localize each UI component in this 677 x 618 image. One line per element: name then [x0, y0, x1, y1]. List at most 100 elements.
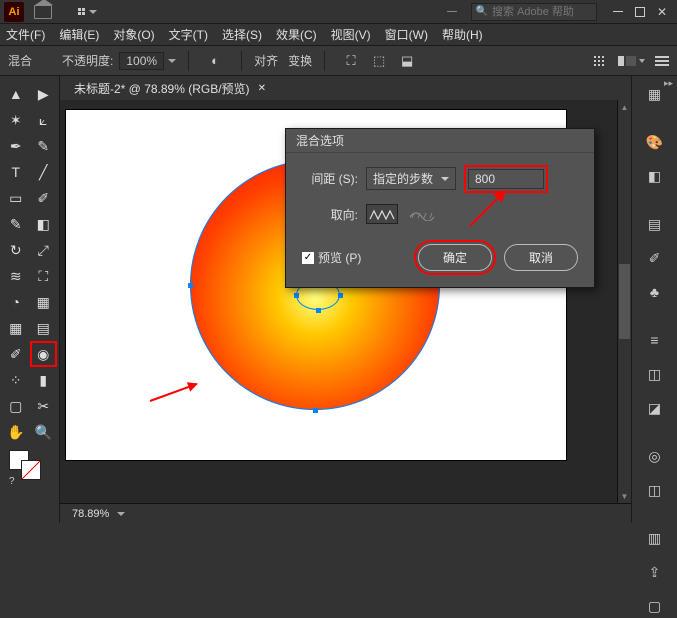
zoom-level[interactable]: 78.89% — [68, 508, 113, 520]
selection-handle[interactable] — [313, 408, 318, 413]
menu-type[interactable]: 文字(T) — [169, 26, 208, 43]
spacing-value-input[interactable]: 800 — [468, 169, 544, 189]
zoom-dropdown-icon[interactable] — [117, 512, 125, 516]
control-bar: 混合 不透明度: 100% ◐ 对齐 变换 ⛶ ⬚ ⬓ — [0, 46, 677, 76]
spacing-label: 间距 (S): — [302, 170, 358, 187]
orient-align-page-icon[interactable] — [366, 204, 398, 224]
close-button[interactable] — [651, 2, 673, 22]
lasso-tool-icon[interactable]: ⟀ — [31, 108, 57, 132]
brushes-panel-icon[interactable]: ✐ — [640, 246, 670, 270]
orient-align-path-icon[interactable] — [406, 204, 438, 224]
scrollbar-thumb[interactable] — [619, 264, 630, 339]
graphic-styles-panel-icon[interactable]: ◫ — [640, 478, 670, 502]
rotate-tool-icon[interactable]: ↻ — [3, 238, 29, 262]
column-graph-tool-icon[interactable]: ▮ — [31, 368, 57, 392]
rectangle-tool-icon[interactable]: ▭ — [3, 186, 29, 210]
isolate-icon[interactable]: ⛶ — [341, 51, 361, 71]
canvas[interactable]: 混合选项 间距 (S): 指定的步数 800 取向: — [60, 100, 631, 503]
minimize-button[interactable] — [607, 2, 629, 22]
symbol-sprayer-tool-icon[interactable]: ⁘ — [3, 368, 29, 392]
shaper-tool-icon[interactable]: ✎ — [3, 212, 29, 236]
scroll-down-icon[interactable]: ▼ — [618, 489, 631, 503]
group-icon[interactable]: ⬚ — [369, 51, 389, 71]
vertical-scrollbar[interactable]: ▲ ▼ — [617, 100, 631, 503]
menu-object[interactable]: 对象(O) — [113, 26, 154, 43]
curvature-tool-icon[interactable]: ✎ — [31, 134, 57, 158]
menu-effect[interactable]: 效果(C) — [276, 26, 317, 43]
eraser-tool-icon[interactable]: ◧ — [31, 212, 57, 236]
gradient-panel-icon[interactable]: ◫ — [640, 362, 670, 386]
ungroup-icon[interactable]: ⬓ — [397, 51, 417, 71]
eyedropper-tool-icon[interactable]: ✐ — [3, 342, 29, 366]
scale-tool-icon[interactable]: ⤢ — [31, 238, 57, 262]
magic-wand-tool-icon[interactable]: ✶ — [3, 108, 29, 132]
maximize-button[interactable] — [629, 2, 651, 22]
color-panel-icon[interactable]: 🎨 — [640, 130, 670, 154]
workspace-switcher[interactable] — [72, 3, 102, 21]
fill-stroke-swatch[interactable]: ? — [3, 446, 56, 486]
perspective-grid-tool-icon[interactable]: ▦ — [31, 290, 57, 314]
preview-checkbox[interactable]: ✓预览 (P) — [302, 249, 361, 266]
width-tool-icon[interactable]: ≋ — [3, 264, 29, 288]
opacity-value[interactable]: 100% — [119, 52, 164, 70]
panel-layout-icon[interactable] — [618, 56, 645, 66]
status-bar: 78.89% — [60, 503, 631, 523]
layers-panel-icon[interactable]: ▥ — [640, 526, 670, 550]
menu-file[interactable]: 文件(F) — [6, 26, 45, 43]
appearance-panel-icon[interactable]: ◎ — [640, 444, 670, 468]
stroke-panel-icon[interactable]: ≡ — [640, 328, 670, 352]
help-icon[interactable]: ? — [9, 476, 15, 487]
pen-tool-icon[interactable]: ✒ — [3, 134, 29, 158]
properties-panel-icon[interactable]: ▦ — [640, 82, 670, 106]
paintbrush-tool-icon[interactable]: ✐ — [31, 186, 57, 210]
type-tool-icon[interactable]: T — [3, 160, 29, 184]
close-tab-icon[interactable]: ✕ — [258, 83, 266, 94]
zoom-tool-icon[interactable]: 🔍 — [31, 420, 57, 444]
opacity-caret-icon[interactable] — [168, 59, 176, 63]
menu-select[interactable]: 选择(S) — [222, 26, 262, 43]
object-type-label: 混合 — [8, 52, 32, 69]
selection-tool-icon[interactable]: ▲ — [3, 82, 29, 106]
tab-strip: 未标题-2* @ 78.89% (RGB/预览) ✕ — [60, 76, 631, 100]
ok-button[interactable]: 确定 — [418, 244, 492, 271]
panel-menu-icon[interactable] — [655, 56, 669, 66]
menu-view[interactable]: 视图(V) — [331, 26, 371, 43]
mesh-tool-icon[interactable]: ▦ — [3, 316, 29, 340]
selection-handle[interactable] — [316, 308, 321, 313]
swatches-panel-icon[interactable]: ▤ — [640, 212, 670, 236]
document-tab[interactable]: 未标题-2* @ 78.89% (RGB/预览) ✕ — [68, 76, 272, 100]
artboards-panel-icon[interactable]: ▢ — [640, 594, 670, 618]
symbols-panel-icon[interactable]: ♣ — [640, 280, 670, 304]
search-box[interactable]: 🔍 — [471, 3, 597, 21]
blend-tool-icon[interactable]: ◉ — [31, 342, 57, 366]
spacing-mode-select[interactable]: 指定的步数 — [366, 167, 456, 190]
transform-label[interactable]: 变换 — [288, 52, 312, 69]
line-tool-icon[interactable]: ╱ — [31, 160, 57, 184]
right-panel-dock: ▸▸ ▦ 🎨 ◧ ▤ ✐ ♣ ≡ ◫ ◪ ◎ ◫ ▥ ⇪ ▢ — [631, 76, 677, 523]
transparency-panel-icon[interactable]: ◪ — [640, 396, 670, 420]
recolor-icon[interactable]: ◐ — [205, 51, 225, 71]
selection-handle[interactable] — [188, 283, 193, 288]
menu-edit[interactable]: 编辑(E) — [59, 26, 99, 43]
grid-dots-icon[interactable] — [594, 56, 604, 66]
cancel-button[interactable]: 取消 — [504, 244, 578, 271]
search-input[interactable] — [492, 6, 592, 18]
hand-tool-icon[interactable]: ✋ — [3, 420, 29, 444]
scroll-up-icon[interactable]: ▲ — [618, 100, 631, 114]
slice-tool-icon[interactable]: ✂ — [31, 394, 57, 418]
gradient-tool-icon[interactable]: ▤ — [31, 316, 57, 340]
shape-builder-tool-icon[interactable]: ◔ — [3, 290, 29, 314]
menu-window[interactable]: 窗口(W) — [385, 26, 428, 43]
selection-handle[interactable] — [338, 293, 343, 298]
selection-handle[interactable] — [294, 293, 299, 298]
direct-selection-tool-icon[interactable]: ▶ — [31, 82, 57, 106]
menu-help[interactable]: 帮助(H) — [442, 26, 483, 43]
artboard-tool-icon[interactable]: ▢ — [3, 394, 29, 418]
align-label[interactable]: 对齐 — [254, 52, 278, 69]
dialog-title: 混合选项 — [286, 129, 594, 153]
free-transform-tool-icon[interactable]: ⛶ — [31, 264, 57, 288]
color-guide-panel-icon[interactable]: ◧ — [640, 164, 670, 188]
document-tab-title: 未标题-2* @ 78.89% (RGB/预览) — [74, 80, 250, 97]
home-icon[interactable] — [34, 5, 52, 19]
asset-export-panel-icon[interactable]: ⇪ — [640, 560, 670, 584]
